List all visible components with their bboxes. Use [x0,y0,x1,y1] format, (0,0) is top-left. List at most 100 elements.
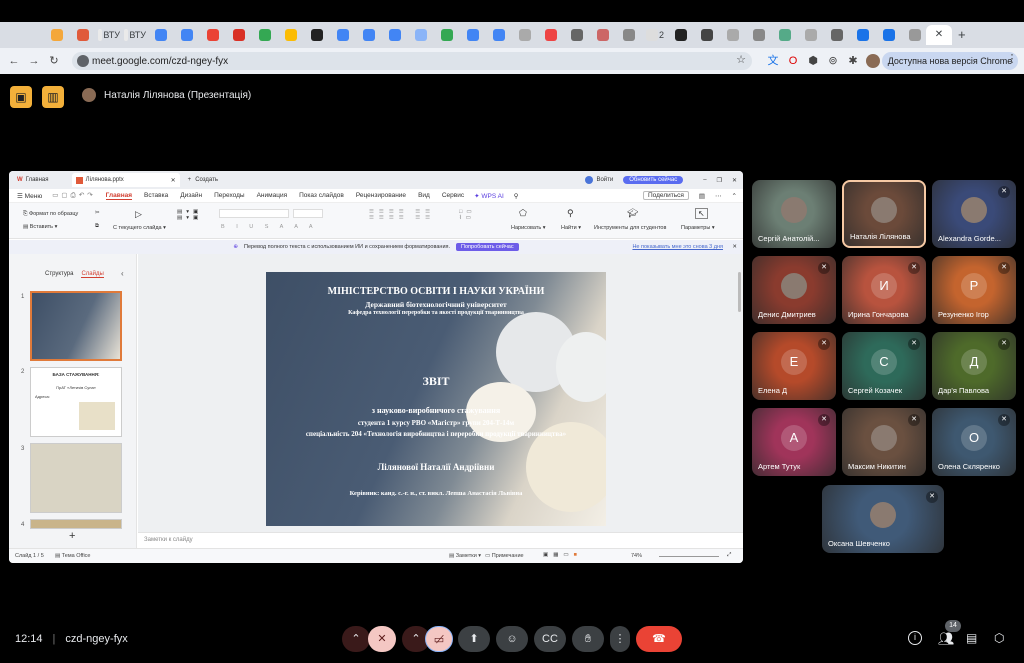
browser-tab[interactable] [826,25,848,45]
browser-tab[interactable] [46,25,68,45]
leave-call-button[interactable]: ☎ [636,626,682,652]
zoom-slider[interactable] [659,556,719,557]
captions-button[interactable]: CC [534,626,566,652]
browser-tab[interactable] [722,25,744,45]
participant-tile[interactable]: С ✕ Сергей Козачек [842,332,926,400]
collapse-panel-icon[interactable]: ‹ [121,269,124,278]
presentation-icon[interactable]: ▥ [42,86,64,108]
profile-avatar[interactable] [866,54,880,68]
fit-icon[interactable]: ⤢ [727,552,731,559]
browser-tab[interactable] [228,25,250,45]
participant-tile[interactable]: Р ✕ Резуненко Ігор [932,256,1016,324]
browser-tab[interactable] [384,25,406,45]
chat-icon[interactable]: ▤ [966,631,977,645]
extension-opera-icon[interactable]: O [786,54,800,68]
share-button[interactable]: Поделиться [642,191,689,200]
cursor-icon[interactable]: ↖ [695,208,708,219]
new-doc-label[interactable]: Создать [195,177,218,183]
browser-tab[interactable] [280,25,302,45]
wps-file-tab[interactable]: Лілянова.pptx ✕ [71,173,180,187]
participant-tile[interactable]: Наталія Лілянова [842,180,926,248]
browser-tab[interactable] [618,25,640,45]
browser-tab[interactable]: ВТУ [124,25,146,45]
browser-tab[interactable] [202,25,224,45]
reload-icon[interactable]: ↻ [47,54,61,68]
browser-tab[interactable] [696,25,718,45]
from-current-slide-button[interactable]: С текущего слайда ▾ [113,225,166,231]
close-notice-icon[interactable]: ✕ [732,244,737,250]
extension-2-icon[interactable]: ⊚ [826,54,840,68]
browser-tab[interactable] [852,25,874,45]
url-input[interactable]: meet.google.com/czd-ngey-fyx ☆ [72,52,752,70]
site-info-icon[interactable] [77,55,89,67]
activities-icon[interactable]: ⬡ [994,631,1004,645]
browser-tab[interactable] [332,25,354,45]
browser-tab[interactable]: ВТУ [98,25,120,45]
chrome-menu-icon[interactable]: ⋮ [1005,52,1019,66]
participant-tile[interactable]: ✕ Максим Никитин [842,408,926,476]
cut-icon[interactable]: ✂ [95,210,100,216]
tools-students-button[interactable]: Инструменты для студентов [594,225,666,231]
browser-tab[interactable] [774,25,796,45]
browser-tab[interactable] [150,25,172,45]
status-comment-button[interactable]: ▭ Примечание [485,553,524,559]
ribbon-tab[interactable]: Переходы [214,192,245,200]
upgrade-button[interactable]: Обновить сейчас [623,176,684,184]
browser-tab[interactable] [670,25,692,45]
browser-tab[interactable] [878,25,900,45]
wps-ai-tab[interactable]: ✦ WPS AI [474,192,504,200]
browser-tab[interactable] [436,25,458,45]
ribbon-tab[interactable]: Главная [105,192,133,200]
emoji-button[interactable]: ☺ [496,626,528,652]
comment-icon[interactable]: ▤ [699,192,705,200]
format-painter-button[interactable]: ⎘ Формат по образцу [23,211,78,218]
slide-thumb-2[interactable]: БАЗА СТАЖУВАННЯ: ПрАТ «Летичів Сула» Адр… [30,367,122,437]
browser-tab[interactable] [592,25,614,45]
shapes-icon[interactable]: □▭ ⌇▭ [459,209,476,221]
participant-tile[interactable]: А ✕ Артем Тутук [752,408,836,476]
status-notes-button[interactable]: ▤ Заметки ▾ [449,553,481,559]
more-icon[interactable]: ⋯ [715,192,722,200]
more-options-button[interactable]: ⋮ [610,626,630,652]
browser-tab[interactable] [748,25,770,45]
ribbon-tab[interactable]: Дизайн [180,192,202,200]
find-button[interactable]: Найти ▾ [561,225,581,231]
participant-tile[interactable]: Е ✕ Елена Д [752,332,836,400]
browser-tab[interactable] [410,25,432,45]
window-minimize-icon[interactable]: – [703,177,706,183]
ribbon-tab[interactable]: Рецензирование [356,192,406,200]
chrome-update-button[interactable]: Доступна нова версія Chrome [882,52,1018,70]
stop-presenting-icon[interactable]: ▣ [10,86,32,108]
active-tab[interactable]: ✕ [926,25,952,45]
add-slide-icon[interactable]: + [69,530,75,542]
find-icon[interactable]: ⚲ [567,208,574,219]
browser-tab[interactable] [254,25,276,45]
paste-button[interactable]: ▤ Вставить ▾ [23,224,57,230]
try-now-button[interactable]: Попробовать сейчас [456,243,519,251]
browser-tab[interactable] [306,25,328,45]
slide-1[interactable]: МІНІСТЕРСТВО ОСВІТИ І НАУКИ УКРАЇНИ Держ… [266,272,606,526]
tab-structure[interactable]: Структура [45,271,73,278]
play-icon[interactable]: ▷ [135,209,142,220]
ribbon-tab[interactable]: Вид [418,192,430,200]
participant-tile[interactable]: ✕ Денис Дмитриев [752,256,836,324]
new-doc-icon[interactable]: + [188,177,192,183]
raise-hand-button[interactable]: ✋︎ [572,626,604,652]
font-style-buttons[interactable]: B I U S A A A [221,224,318,230]
participant-tile[interactable]: ✕ Оксана Шевченко [822,485,944,553]
slide-thumb-3[interactable] [30,443,122,513]
paragraph-buttons[interactable]: ☰☰☰☰ ☰☰ ☰☰☰☰ ☰☰ [369,209,435,221]
bookmark-star-icon[interactable]: ☆ [736,53,746,66]
font-size-select[interactable] [293,209,323,218]
mic-off-button[interactable]: ✕ [368,626,396,652]
browser-tab[interactable] [566,25,588,45]
participant-tile[interactable]: ✕ Alexandra Gorde... [932,180,1016,248]
vertical-scrollbar[interactable] [738,272,741,312]
present-button[interactable]: ⬆ [458,626,490,652]
browser-tab[interactable] [488,25,510,45]
view-buttons[interactable]: ▣▦▭■ [543,552,582,558]
info-icon[interactable]: i [908,631,922,645]
wps-home-tab[interactable]: Главная [26,177,72,183]
browser-tab[interactable] [800,25,822,45]
close-file-icon[interactable]: ✕ [171,177,176,184]
